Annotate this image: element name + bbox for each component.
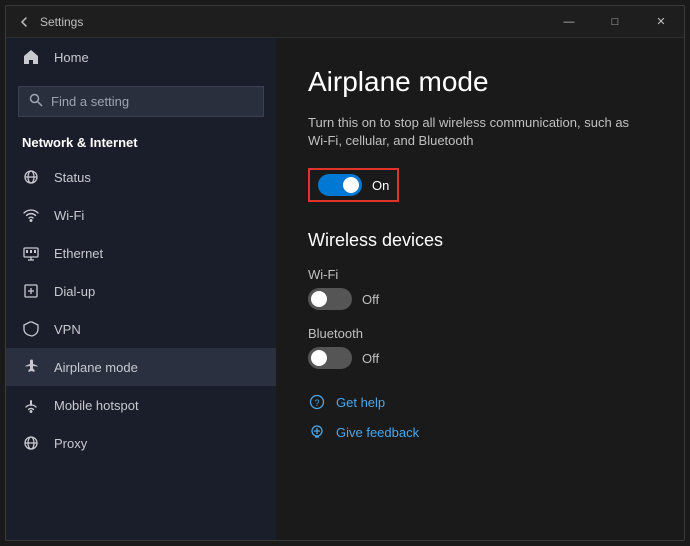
- wifi-device-label: Wi-Fi: [308, 267, 652, 282]
- sidebar-category: Network & Internet: [6, 127, 276, 158]
- status-icon: [22, 168, 40, 186]
- wifi-icon: [22, 206, 40, 224]
- page-description: Turn this on to stop all wireless commun…: [308, 114, 652, 150]
- sidebar-item-proxy[interactable]: Proxy: [6, 424, 276, 462]
- home-label: Home: [54, 50, 89, 65]
- window-title: Settings: [40, 15, 83, 29]
- sidebar-item-vpn[interactable]: VPN: [6, 310, 276, 348]
- status-label: Status: [54, 170, 91, 185]
- back-button[interactable]: [18, 16, 30, 28]
- vpn-icon: [22, 320, 40, 338]
- hotspot-label: Mobile hotspot: [54, 398, 139, 413]
- wifi-toggle-knob: [311, 291, 327, 307]
- airplane-toggle-knob: [343, 177, 359, 193]
- wifi-device-state: Off: [362, 292, 379, 307]
- airplane-toggle-label: On: [372, 178, 389, 193]
- home-icon: [22, 48, 40, 66]
- sidebar-item-wifi[interactable]: Wi-Fi: [6, 196, 276, 234]
- maximize-button[interactable]: □: [592, 6, 638, 38]
- titlebar: Settings — □ ✕: [6, 6, 684, 38]
- wifi-label: Wi-Fi: [54, 208, 84, 223]
- bluetooth-device-label: Bluetooth: [308, 326, 652, 341]
- give-feedback-label: Give feedback: [336, 425, 419, 440]
- titlebar-left: Settings: [18, 15, 83, 29]
- settings-window: Settings — □ ✕ Home: [5, 5, 685, 541]
- sidebar-item-dialup[interactable]: Dial-up: [6, 272, 276, 310]
- minimize-button[interactable]: —: [546, 6, 592, 38]
- window-controls: — □ ✕: [546, 6, 684, 38]
- wireless-devices-title: Wireless devices: [308, 230, 652, 251]
- ethernet-icon: [22, 244, 40, 262]
- help-section: ? Get help Give feedback: [308, 393, 652, 441]
- dialup-icon: [22, 282, 40, 300]
- proxy-label: Proxy: [54, 436, 87, 451]
- dialup-label: Dial-up: [54, 284, 95, 299]
- sidebar-item-hotspot[interactable]: Mobile hotspot: [6, 386, 276, 424]
- search-input[interactable]: [51, 94, 253, 109]
- sidebar-item-ethernet[interactable]: Ethernet: [6, 234, 276, 272]
- proxy-icon: [22, 434, 40, 452]
- airplane-toggle-row: On: [308, 168, 652, 202]
- get-help-label: Get help: [336, 395, 385, 410]
- sidebar-item-status[interactable]: Status: [6, 158, 276, 196]
- sidebar-item-home[interactable]: Home: [6, 38, 276, 76]
- bluetooth-device-toggle-row: Off: [308, 347, 652, 369]
- wifi-device-toggle-row: Off: [308, 288, 652, 310]
- search-box[interactable]: [18, 86, 264, 117]
- wifi-device-toggle[interactable]: [308, 288, 352, 310]
- bluetooth-toggle-knob: [311, 350, 327, 366]
- hotspot-icon: [22, 396, 40, 414]
- content-area: Airplane mode Turn this on to stop all w…: [276, 38, 684, 540]
- bluetooth-device-toggle[interactable]: [308, 347, 352, 369]
- close-button[interactable]: ✕: [638, 6, 684, 38]
- sidebar: Home Network & Internet: [6, 38, 276, 540]
- sidebar-item-airplane[interactable]: Airplane mode: [6, 348, 276, 386]
- get-help-link[interactable]: ? Get help: [308, 393, 652, 411]
- airplane-icon: [22, 358, 40, 376]
- give-feedback-link[interactable]: Give feedback: [308, 423, 652, 441]
- vpn-label: VPN: [54, 322, 81, 337]
- airplane-toggle[interactable]: [318, 174, 362, 196]
- main-area: Home Network & Internet: [6, 38, 684, 540]
- airplane-label: Airplane mode: [54, 360, 138, 375]
- help-icon: ?: [308, 393, 326, 411]
- page-title: Airplane mode: [308, 66, 652, 98]
- airplane-toggle-highlight: On: [308, 168, 399, 202]
- bluetooth-device-state: Off: [362, 351, 379, 366]
- search-icon: [29, 93, 43, 110]
- svg-text:?: ?: [315, 398, 320, 408]
- feedback-icon: [308, 423, 326, 441]
- ethernet-label: Ethernet: [54, 246, 103, 261]
